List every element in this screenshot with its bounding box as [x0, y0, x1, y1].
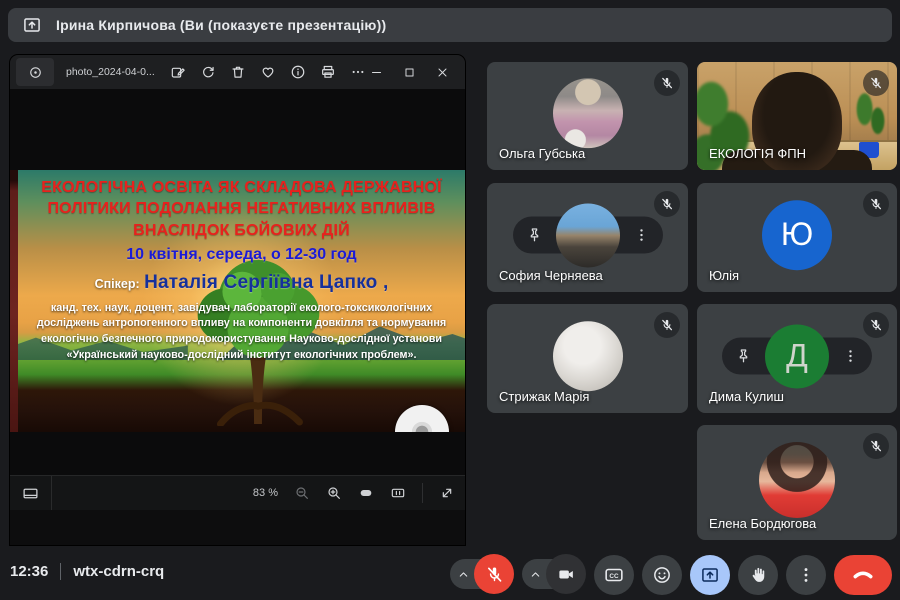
slide-text: ЕКОЛОГІЧНА ОСВІТА ЯК СКЛАДОВА ДЕРЖАВНОЇ … [18, 170, 465, 432]
statusbar-divider [422, 483, 423, 503]
photos-app-button[interactable] [16, 58, 54, 86]
adjacent-photo-edge [10, 170, 18, 432]
participant-name: Стрижак Марія [499, 389, 589, 404]
participant-tile[interactable]: София Черняева [487, 183, 688, 292]
call-controls [450, 553, 892, 595]
chevron-up-icon [457, 568, 470, 581]
slide-speaker-line: Спікер: Наталія Сергіївна Цапко , [28, 272, 455, 294]
more-options-icon [796, 565, 816, 585]
more-icon[interactable] [350, 64, 366, 80]
print-icon[interactable] [320, 64, 336, 80]
slide-speaker-label: Спікер: [95, 277, 140, 291]
avatar [556, 203, 620, 267]
slide-datetime: 10 квітня, середа, о 12-30 год [28, 246, 455, 264]
minimize-icon[interactable] [370, 66, 383, 79]
meet-app: Ірина Кирпичова (Ви (показуєте презентац… [0, 0, 900, 600]
present-icon [700, 565, 720, 585]
participant-name: Дима Кулиш [709, 389, 784, 404]
photo-viewer-canvas: ЕКОЛОГІЧНА ОСВІТА ЯК СКЛАДОВА ДЕРЖАВНОЇ … [10, 89, 465, 510]
emoji-icon [652, 565, 672, 585]
avatar [553, 78, 623, 148]
mic-off-icon [863, 191, 889, 217]
phone-hangup-icon [851, 563, 875, 587]
pin-icon[interactable] [526, 226, 543, 243]
meeting-code: wtx-cdrn-crq [73, 563, 164, 580]
actual-size-icon[interactable] [390, 485, 406, 501]
end-call-button[interactable] [834, 555, 892, 595]
participant-name: Елена Бордюгова [709, 516, 816, 531]
avatar [553, 321, 623, 391]
presenting-banner-label: Ірина Кирпичова (Ви (показуєте презентац… [56, 17, 386, 33]
participant-name: Юлія [709, 268, 739, 283]
filmstrip-icon[interactable] [22, 485, 39, 502]
plant-right [847, 86, 891, 144]
presentation-icon [22, 15, 42, 35]
more-options-button[interactable] [786, 555, 826, 595]
mic-off-icon [863, 70, 889, 96]
camera-icon [557, 565, 576, 584]
participant-tile[interactable]: Ольга Губська [487, 62, 688, 170]
captions-icon [604, 565, 624, 585]
mic-control-group [450, 553, 514, 595]
hand-icon [748, 565, 768, 585]
favorite-icon[interactable] [260, 64, 276, 80]
avatar: Д [765, 324, 829, 388]
participant-tile[interactable]: Стрижак Марія [487, 304, 688, 413]
present-button[interactable] [690, 555, 730, 595]
slide-title: ЕКОЛОГІЧНА ОСВІТА ЯК СКЛАДОВА ДЕРЖАВНОЇ … [28, 177, 455, 241]
chevron-up-icon [529, 568, 542, 581]
fit-to-window-icon[interactable] [358, 485, 374, 501]
fullscreen-icon[interactable] [439, 485, 455, 501]
more-options-icon[interactable] [633, 226, 650, 243]
participant-tile[interactable]: Ю Юлія [697, 183, 897, 292]
mic-mute-button[interactable] [474, 554, 514, 594]
pin-icon[interactable] [735, 347, 752, 364]
participant-tile[interactable]: Д Дима Кулиш [697, 304, 897, 413]
photos-titlebar: photo_2024-04-0... [10, 55, 465, 89]
slide-image: ЕКОЛОГІЧНА ОСВІТА ЯК СКЛАДОВА ДЕРЖАВНОЇ … [18, 170, 465, 432]
meeting-info: 12:36 wtx-cdrn-crq [10, 563, 164, 580]
mic-off-icon [863, 312, 889, 338]
zoom-level: 83 % [253, 487, 278, 499]
captions-button[interactable] [594, 555, 634, 595]
photo-tab-title[interactable]: photo_2024-04-0... [66, 66, 162, 78]
presenting-banner: Ірина Кирпичова (Ви (показуєте презентац… [8, 8, 892, 42]
slide-speaker-name: Наталія Сергіївна Цапко , [144, 272, 388, 293]
edit-image-icon[interactable] [170, 64, 186, 80]
slide-description: канд. тех. наук, доцент, завідувач лабор… [34, 301, 448, 364]
more-options-icon[interactable] [842, 347, 859, 364]
info-divider [60, 563, 61, 580]
camera-control-group [522, 553, 586, 595]
mic-off-icon [485, 565, 504, 584]
presentation-slide-photo: ЕКОЛОГІЧНА ОСВІТА ЯК СКЛАДОВА ДЕРЖАВНОЇ … [10, 170, 465, 432]
participant-tile[interactable]: Елена Бордюгова [697, 425, 897, 540]
participant-tile[interactable]: ЕКОЛОГІЯ ФПН [697, 62, 897, 170]
avatar [759, 441, 835, 517]
delete-icon[interactable] [230, 64, 246, 80]
zoom-out-icon[interactable] [294, 485, 310, 501]
avatar: Ю [762, 200, 832, 270]
photos-app-icon [28, 65, 43, 80]
info-icon[interactable] [290, 64, 306, 80]
zoom-in-icon[interactable] [326, 485, 342, 501]
mic-off-icon [863, 433, 889, 459]
photos-statusbar: 83 % [10, 475, 465, 510]
clock-time: 12:36 [10, 563, 48, 580]
rotate-icon[interactable] [200, 64, 216, 80]
participant-name: Ольга Губська [499, 146, 585, 161]
camera-button[interactable] [546, 554, 586, 594]
mic-off-icon [654, 70, 680, 96]
close-icon[interactable] [436, 66, 449, 79]
shared-photos-window: photo_2024-04-0... [10, 55, 465, 545]
mic-off-icon [654, 191, 680, 217]
reactions-button[interactable] [642, 555, 682, 595]
participant-name: София Черняева [499, 268, 603, 283]
participant-name: ЕКОЛОГІЯ ФПН [709, 146, 806, 161]
mic-off-icon [654, 312, 680, 338]
maximize-icon[interactable] [403, 66, 416, 79]
raise-hand-button[interactable] [738, 555, 778, 595]
